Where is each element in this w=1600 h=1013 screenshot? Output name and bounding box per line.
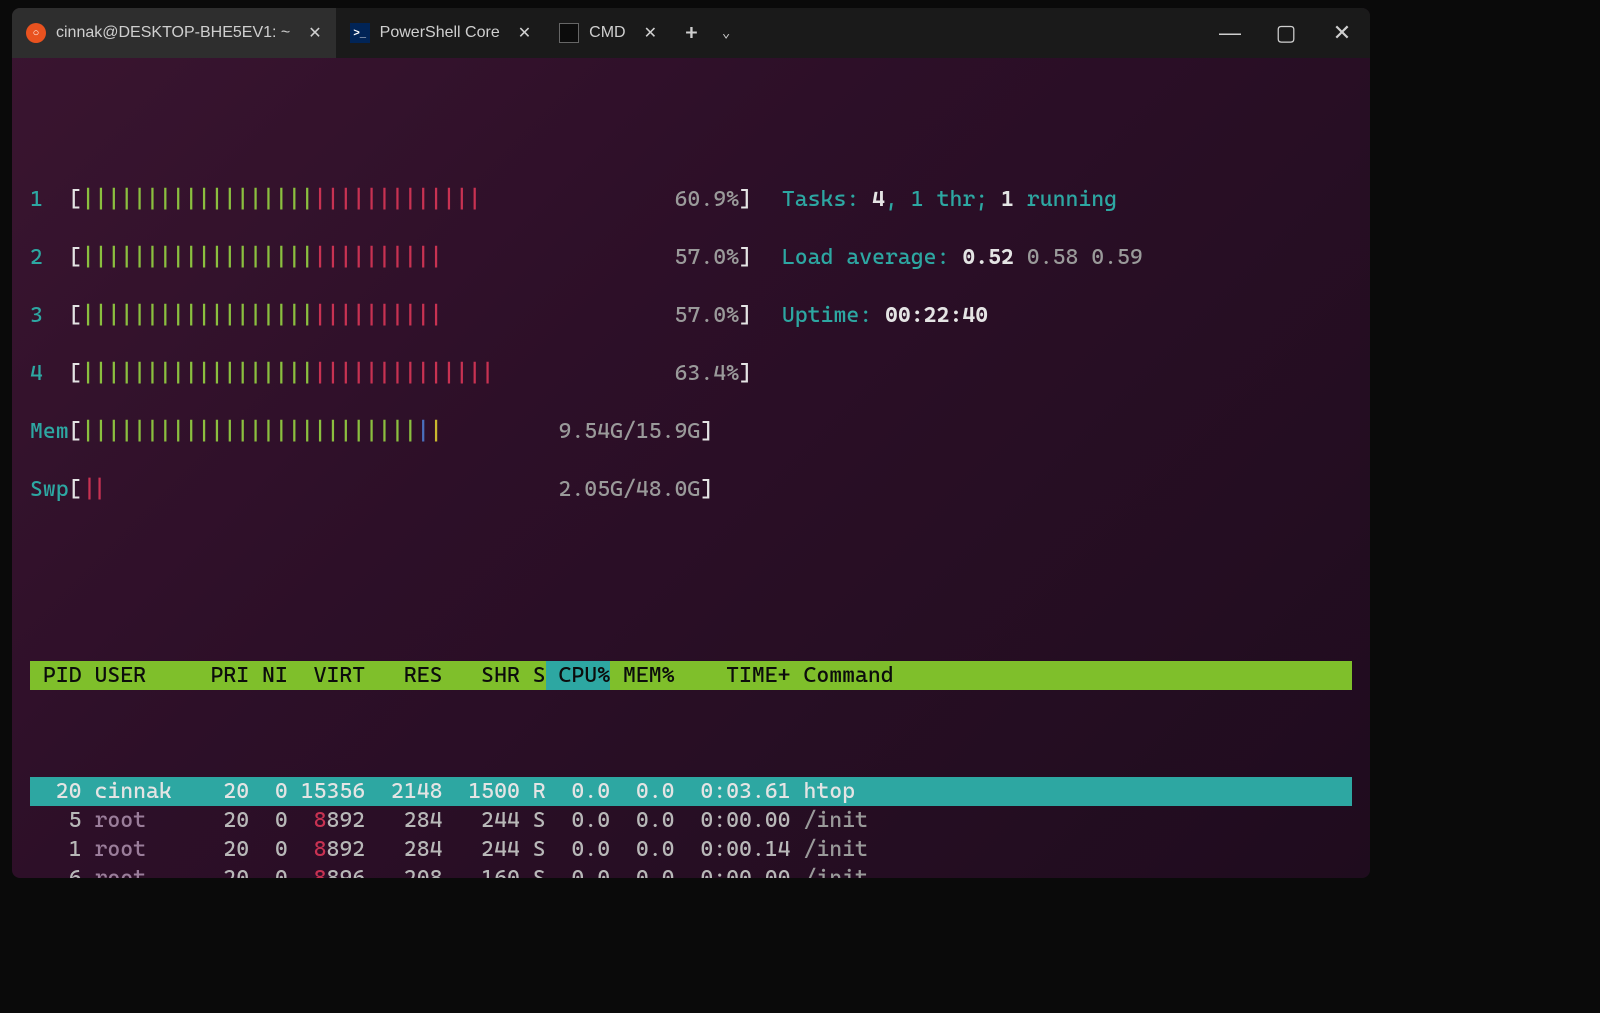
maximize-button[interactable]: ▢	[1258, 8, 1314, 58]
mem-meter: Mem[|||||||||||||||||||||||||||| 9.54G/1…	[30, 417, 752, 446]
close-icon[interactable]: ✕	[308, 23, 321, 43]
table-row[interactable]: 6 root20 08896 208 160S 0.0 0.00:00.00/i…	[30, 864, 1352, 878]
load-line: Load average: 0.52 0.58 0.59	[782, 243, 1143, 272]
table-row[interactable]: 1 root20 08892 284 244S 0.0 0.00:00.14/i…	[30, 835, 1352, 864]
stats-right: Tasks: 4, 1 thr; 1 running Load average:…	[782, 156, 1143, 562]
col-time[interactable]: TIME+	[675, 661, 791, 690]
cpu-meter-2: 2[|||||||||||||||||||||||||||| 57.0%]	[30, 243, 752, 272]
col-user[interactable]: USER	[94, 661, 210, 690]
new-tab-button[interactable]: +	[671, 21, 712, 46]
tab-ubuntu[interactable]: cinnak@DESKTOP-BHE5EV1: ~ ✕	[12, 8, 336, 58]
close-icon[interactable]: ✕	[644, 23, 657, 43]
close-button[interactable]: ✕	[1314, 8, 1370, 58]
process-header[interactable]: PID USERPRI NIVIRT RES SHRS CPU% MEM%TIM…	[30, 661, 1352, 690]
tab-powershell[interactable]: >_ PowerShell Core ✕	[336, 8, 545, 58]
meters-left: 1[||||||||||||||||||||||||||||||| 60.9%]…	[30, 156, 752, 562]
tabs: cinnak@DESKTOP-BHE5EV1: ~ ✕ >_ PowerShel…	[12, 8, 740, 58]
swp-meter: Swp[|| 2.05G/48.0G]	[30, 475, 752, 504]
uptime-line: Uptime: 00:22:40	[782, 301, 1143, 330]
tab-label: PowerShell Core	[380, 24, 500, 42]
col-shr[interactable]: SHR	[443, 661, 520, 690]
terminal-window: cinnak@DESKTOP-BHE5EV1: ~ ✕ >_ PowerShel…	[12, 8, 1370, 878]
terminal-body[interactable]: 1[||||||||||||||||||||||||||||||| 60.9%]…	[12, 58, 1370, 878]
ubuntu-icon	[26, 23, 46, 43]
col-cpu[interactable]: CPU%	[546, 661, 610, 690]
table-row[interactable]: 5 root20 08892 284 244S 0.0 0.00:00.00/i…	[30, 806, 1352, 835]
tab-dropdown-icon[interactable]: ⌄	[712, 25, 740, 41]
close-icon[interactable]: ✕	[518, 23, 531, 43]
col-pid[interactable]: PID	[30, 661, 82, 690]
col-command[interactable]: Command	[791, 661, 1352, 690]
col-mem[interactable]: MEM%	[610, 661, 674, 690]
titlebar: cinnak@DESKTOP-BHE5EV1: ~ ✕ >_ PowerShel…	[12, 8, 1370, 58]
col-s[interactable]: S	[520, 661, 546, 690]
cmd-icon	[559, 23, 579, 43]
cpu-meter-3: 3[|||||||||||||||||||||||||||| 57.0%]	[30, 301, 752, 330]
tab-label: CMD	[589, 24, 625, 42]
powershell-icon: >_	[350, 23, 370, 43]
col-pri[interactable]: PRI	[210, 661, 249, 690]
window-controls: — ▢ ✕	[1202, 8, 1370, 58]
cpu-meter-4: 4[|||||||||||||||||||||||||||||||| 63.4%…	[30, 359, 752, 388]
table-row[interactable]: 20 cinnak20 015356 2148 1500R 0.0 0.00:0…	[30, 777, 1352, 806]
minimize-button[interactable]: —	[1202, 8, 1258, 58]
col-ni[interactable]: NI	[249, 661, 288, 690]
tab-label: cinnak@DESKTOP-BHE5EV1: ~	[56, 24, 290, 42]
meter-section: 1[||||||||||||||||||||||||||||||| 60.9%]…	[30, 156, 1352, 562]
col-virt[interactable]: VIRT	[288, 661, 365, 690]
cpu-meter-1: 1[||||||||||||||||||||||||||||||| 60.9%]	[30, 185, 752, 214]
col-res[interactable]: RES	[365, 661, 442, 690]
tab-cmd[interactable]: CMD ✕	[545, 8, 671, 58]
process-list: 20 cinnak20 015356 2148 1500R 0.0 0.00:0…	[30, 777, 1352, 878]
tasks-line: Tasks: 4, 1 thr; 1 running	[782, 185, 1143, 214]
